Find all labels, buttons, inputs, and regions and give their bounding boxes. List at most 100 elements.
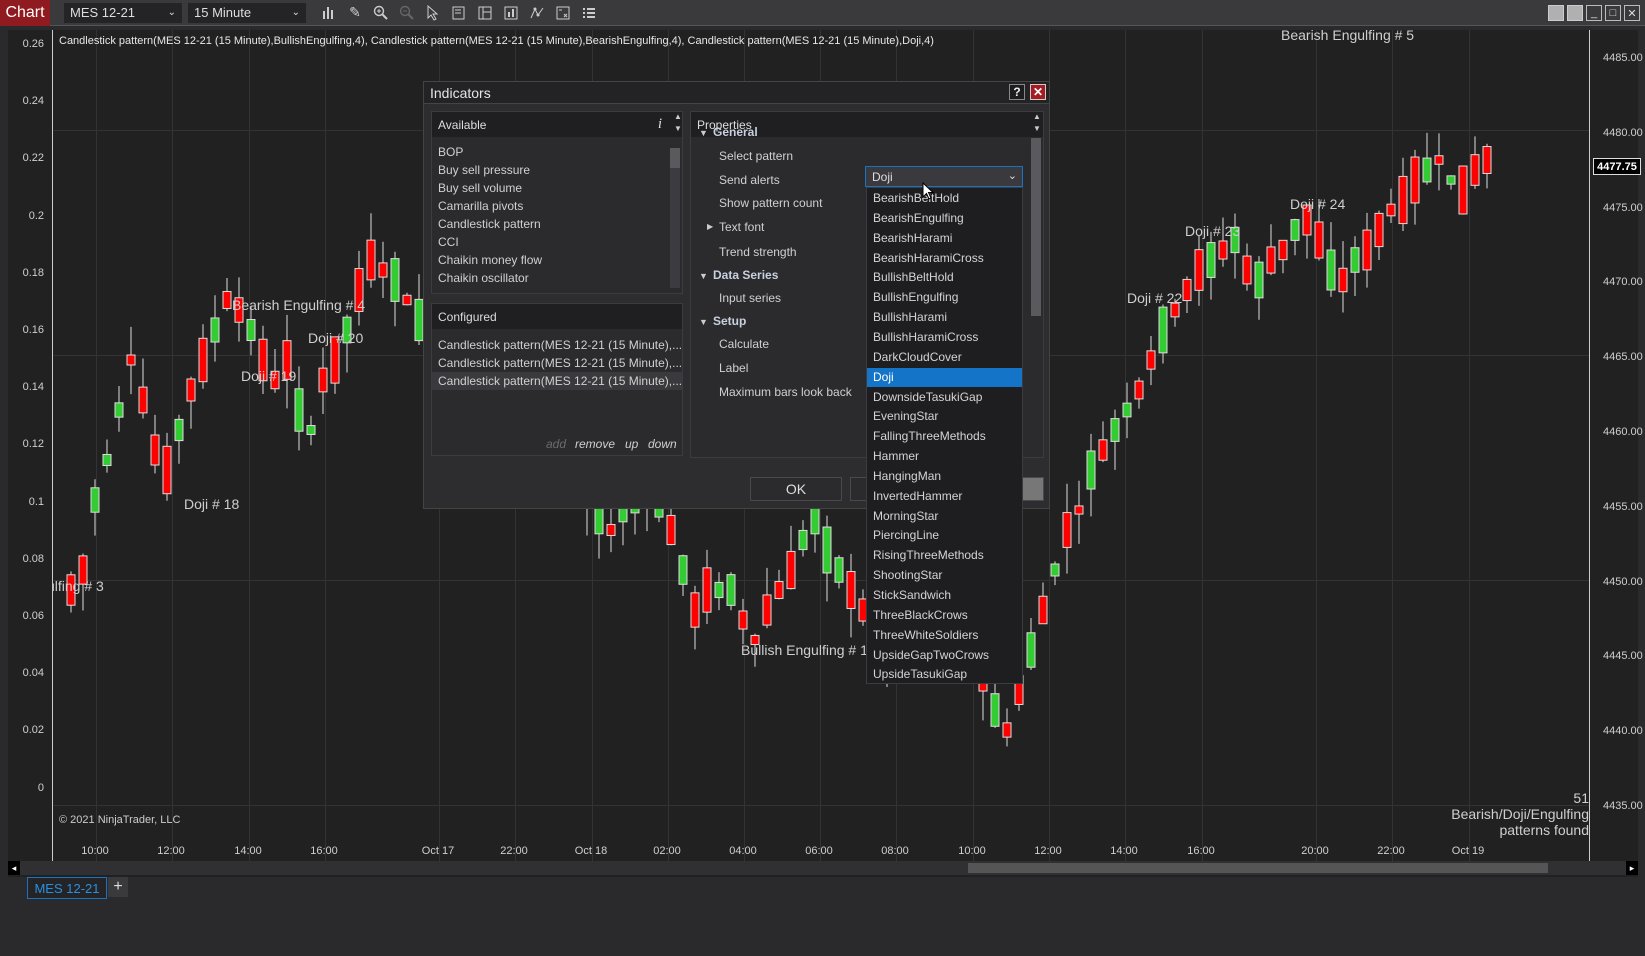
apply-button[interactable] <box>1022 477 1044 501</box>
property-row[interactable]: ▶ Text font <box>707 220 764 234</box>
indicators-icon[interactable] <box>502 4 520 22</box>
horizontal-scrollbar[interactable]: ◂ ▸ <box>8 861 1638 875</box>
property-row[interactable]: Calculate <box>719 337 769 351</box>
properties-icon[interactable] <box>476 4 494 22</box>
pattern-option[interactable]: BullishBeltHold <box>867 268 1022 287</box>
pattern-option[interactable]: StickSandwich <box>867 586 1022 605</box>
dialog-title-bar[interactable]: Indicators ? ✕ <box>424 82 1049 104</box>
property-row[interactable]: Select pattern <box>719 149 793 163</box>
configured-item[interactable]: Candlestick pattern(MES 12-21 (15 Minute… <box>432 354 682 372</box>
zoom-in-icon[interactable] <box>372 4 390 22</box>
scroll-down-icon[interactable]: ▼ <box>672 124 684 133</box>
available-scrollbar[interactable] <box>670 148 680 288</box>
available-item[interactable]: BOP <box>438 145 463 159</box>
help-button[interactable]: ? <box>1009 84 1025 100</box>
available-item[interactable]: Chaikin money flow <box>438 253 542 267</box>
pattern-option[interactable]: Hammer <box>867 447 1022 466</box>
scroll-left-icon[interactable]: ◂ <box>8 861 20 875</box>
instrument-selector[interactable]: MES 12-21 ⌄ <box>64 2 182 23</box>
zoom-out-icon[interactable] <box>398 4 416 22</box>
maximize-icon[interactable]: □ <box>1605 5 1621 21</box>
pattern-option[interactable]: FallingThreeMethods <box>867 427 1022 446</box>
x-axis-tick: 12:00 <box>1034 845 1062 857</box>
select-pattern-dropdown[interactable]: Doji ⌄ <box>865 166 1023 187</box>
right-axis-tick: 4470.00 <box>1603 276 1643 289</box>
pattern-option[interactable]: DarkCloudCover <box>867 348 1022 367</box>
candle-up <box>246 319 256 341</box>
pattern-option[interactable]: BearishHarami <box>867 229 1022 248</box>
available-item[interactable]: Buy sell volume <box>438 181 522 195</box>
pattern-option[interactable]: ThreeBlackCrows <box>867 606 1022 625</box>
property-row[interactable]: Maximum bars look back <box>719 385 852 399</box>
up-action[interactable]: up <box>625 437 638 451</box>
expand-triangle-icon[interactable]: ▼ <box>699 317 713 327</box>
expand-triangle-icon[interactable]: ▼ <box>699 271 713 281</box>
pattern-option[interactable]: RisingThreeMethods <box>867 546 1022 565</box>
property-row[interactable]: Show pattern count <box>719 196 822 210</box>
scroll-right-icon[interactable]: ▸ <box>1626 861 1638 875</box>
down-action[interactable]: down <box>648 437 677 451</box>
remove-action[interactable]: remove <box>575 437 615 451</box>
pattern-option[interactable]: Doji <box>867 367 1022 387</box>
tab-mes-12-21[interactable]: MES 12-21 <box>27 877 107 899</box>
pattern-option[interactable]: BearishEngulfing <box>867 209 1022 228</box>
scrollbar-thumb[interactable] <box>1031 138 1041 316</box>
pattern-option[interactable]: DownsideTasukiGap <box>867 388 1022 407</box>
pattern-option[interactable]: UpsideTasukiGap <box>867 665 1022 684</box>
strategies-icon[interactable] <box>528 4 546 22</box>
pattern-option[interactable]: HangingMan <box>867 467 1022 486</box>
calculator-icon[interactable] <box>554 4 572 22</box>
scroll-up-icon[interactable]: ▲ <box>672 112 684 121</box>
available-item[interactable]: Chaikin oscillator <box>438 271 529 285</box>
minimize-icon[interactable]: _ <box>1586 5 1602 21</box>
data-box-icon[interactable] <box>450 4 468 22</box>
pattern-option[interactable]: UpsideGapTwoCrows <box>867 646 1022 665</box>
property-row[interactable]: Input series <box>719 291 781 305</box>
category-general[interactable]: ▼ General <box>699 125 758 139</box>
interval-selector[interactable]: 15 Minute ⌄ <box>188 2 306 23</box>
scrollbar-thumb[interactable] <box>670 148 680 168</box>
pointer-icon[interactable] <box>424 4 442 22</box>
add-action[interactable]: add <box>546 437 566 451</box>
pattern-option[interactable]: PiercingLine <box>867 526 1022 545</box>
category-data-series[interactable]: ▼ Data Series <box>699 268 778 282</box>
scroll-down-icon[interactable]: ▼ <box>1031 124 1043 133</box>
available-item[interactable]: CCI <box>438 235 459 249</box>
ok-button[interactable]: OK <box>750 477 842 501</box>
property-row[interactable]: Send alerts <box>719 173 780 187</box>
pattern-option[interactable]: MorningStar <box>867 507 1022 526</box>
scrollbar-thumb[interactable] <box>968 863 1548 873</box>
candle-down <box>1218 240 1228 260</box>
pattern-option[interactable]: BullishHaramiCross <box>867 328 1022 347</box>
configured-item[interactable]: Candlestick pattern(MES 12-21 (15 Minute… <box>432 336 682 354</box>
property-row[interactable]: Trend strength <box>719 245 797 259</box>
property-row[interactable]: Label <box>719 361 748 375</box>
pattern-option[interactable]: BearishHaramiCross <box>867 249 1022 268</box>
tile-icon[interactable] <box>1548 5 1564 21</box>
info-icon[interactable]: i <box>658 116 662 133</box>
available-item[interactable]: Camarilla pivots <box>438 199 523 213</box>
available-item[interactable]: Candlestick pattern <box>438 217 541 231</box>
scroll-up-icon[interactable]: ▲ <box>1031 112 1043 121</box>
close-icon[interactable]: ✕ <box>1624 5 1640 21</box>
pattern-option[interactable]: InvertedHammer <box>867 487 1022 506</box>
pattern-option[interactable]: ShootingStar <box>867 566 1022 585</box>
chart-window-tab[interactable]: Chart <box>0 0 50 26</box>
bar-type-icon[interactable] <box>320 4 338 22</box>
pattern-option[interactable]: BearishBeltHold <box>867 189 1022 208</box>
properties-scrollbar[interactable] <box>1031 138 1041 316</box>
collapse-triangle-icon[interactable]: ▶ <box>707 222 713 231</box>
pattern-option[interactable]: BullishEngulfing <box>867 288 1022 307</box>
add-tab-button[interactable]: + <box>108 877 128 897</box>
configured-item[interactable]: Candlestick pattern(MES 12-21 (15 Minute… <box>432 372 682 390</box>
available-item[interactable]: Buy sell pressure <box>438 163 530 177</box>
pattern-option[interactable]: ThreeWhiteSoldiers <box>867 626 1022 645</box>
dialog-close-button[interactable]: ✕ <box>1030 84 1046 100</box>
expand-triangle-icon[interactable]: ▼ <box>699 128 713 138</box>
category-setup[interactable]: ▼ Setup <box>699 314 746 328</box>
pattern-option[interactable]: EveningStar <box>867 407 1022 426</box>
pattern-option[interactable]: BullishHarami <box>867 308 1022 327</box>
tile-icon[interactable] <box>1567 5 1583 21</box>
menu-icon[interactable] <box>580 4 598 22</box>
pencil-draw-icon[interactable]: ✎ <box>346 4 364 22</box>
